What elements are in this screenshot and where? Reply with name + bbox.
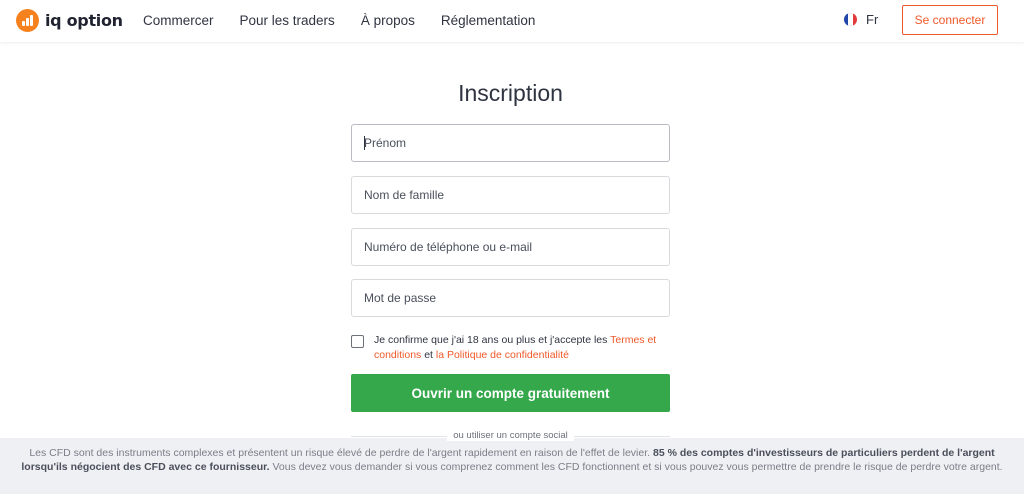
iq-option-logo-icon <box>16 8 39 32</box>
login-button[interactable]: Se connecter <box>902 5 998 35</box>
consent-prefix: Je confirme que j'ai 18 ans ou plus et j… <box>374 334 611 346</box>
password-input[interactable] <box>351 279 670 317</box>
risk-warning-banner: Les CFD sont des instruments complexes e… <box>0 438 1024 494</box>
contact-input[interactable] <box>351 228 670 266</box>
last-name-input[interactable] <box>351 176 670 214</box>
logo[interactable]: iq option <box>16 8 123 32</box>
social-login-text: ou utiliser un compte social <box>447 430 574 441</box>
risk-text-part1: Les CFD sont des instruments complexes e… <box>29 447 653 459</box>
consent-checkbox[interactable] <box>351 335 364 348</box>
consent-and: et <box>421 348 436 361</box>
nav-item-a-propos[interactable]: À propos <box>361 13 415 28</box>
first-name-input[interactable] <box>351 124 670 162</box>
nav-item-reglementation[interactable]: Réglementation <box>441 13 536 28</box>
privacy-link[interactable]: la Politique de confidentialité <box>436 349 569 361</box>
nav-item-commercer[interactable]: Commercer <box>143 13 214 28</box>
logo-text: iq option <box>45 10 123 30</box>
risk-text-part2: Vous devez vous demander si vous compren… <box>269 461 1003 473</box>
france-flag-icon <box>844 13 857 26</box>
nav-item-pour-les-traders[interactable]: Pour les traders <box>240 13 335 28</box>
language-selector[interactable]: Fr <box>844 12 878 27</box>
text-caret <box>364 136 365 150</box>
page-title: Inscription <box>458 80 563 106</box>
open-account-button[interactable]: Ouvrir un compte gratuitement <box>351 374 670 412</box>
top-header: iq option Commercer Pour les traders À p… <box>0 0 1024 42</box>
consent-text: Je confirme que j'ai 18 ans ou plus et j… <box>374 333 674 362</box>
main-nav: Commercer Pour les traders À propos Régl… <box>143 0 561 40</box>
language-label: Fr <box>866 12 879 27</box>
